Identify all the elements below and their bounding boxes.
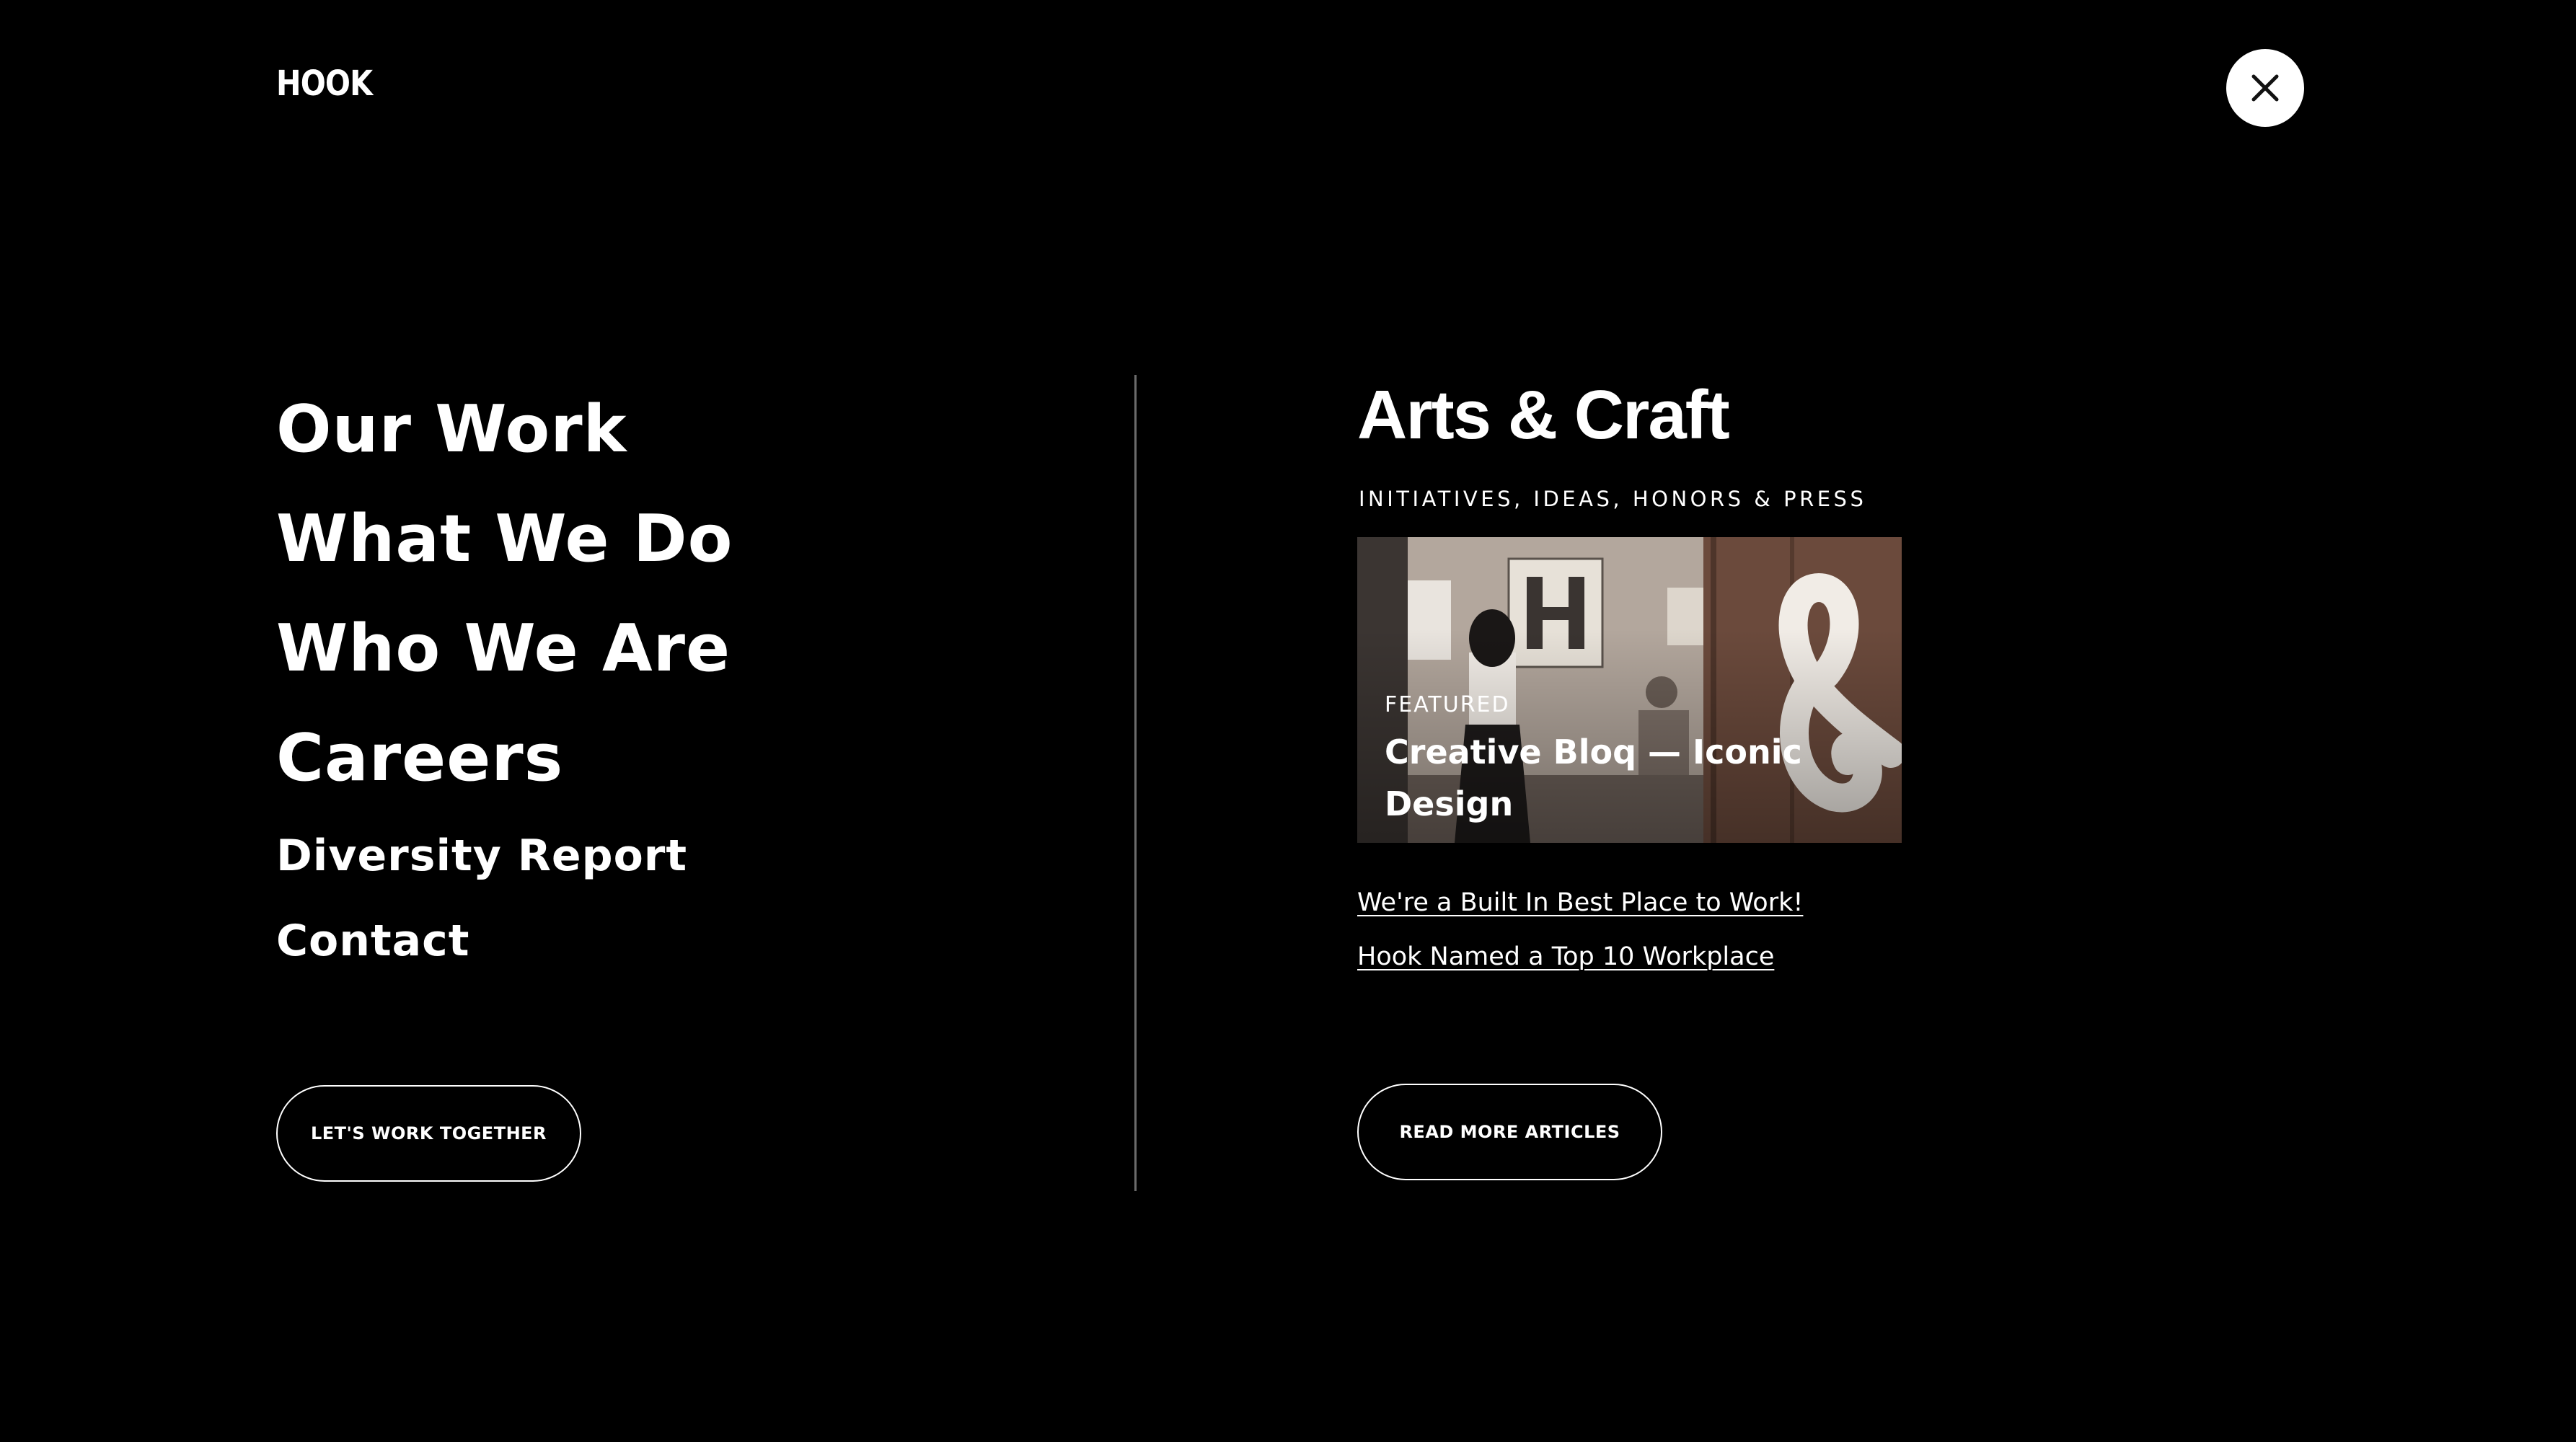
column-divider <box>1134 375 1137 1191</box>
nav-item-who-we-are[interactable]: Who We Are <box>276 594 733 704</box>
section-title: Arts & Craft <box>1357 376 1730 454</box>
logo[interactable]: HOOK <box>276 66 373 101</box>
close-menu-button[interactable] <box>2226 49 2304 127</box>
article-link-built-in[interactable]: We're a Built In Best Place to Work! <box>1357 876 1803 930</box>
main-navigation: Our Work What We Do Who We Are Careers D… <box>276 375 733 983</box>
section-subtitle: INITIATIVES, IDEAS, HONORS & PRESS <box>1359 487 1867 511</box>
read-more-articles-button[interactable]: READ MORE ARTICLES <box>1357 1084 1662 1180</box>
nav-item-what-we-do[interactable]: What We Do <box>276 485 733 594</box>
nav-item-contact[interactable]: Contact <box>276 898 733 983</box>
close-icon <box>2251 74 2279 102</box>
nav-item-our-work[interactable]: Our Work <box>276 375 733 485</box>
article-link-top-10-workplace[interactable]: Hook Named a Top 10 Workplace <box>1357 930 1803 984</box>
nav-item-diversity-report[interactable]: Diversity Report <box>276 813 733 898</box>
featured-article-card[interactable]: FEATURED Creative Bloq — Iconic Design <box>1357 537 1902 843</box>
featured-label: FEATURED <box>1385 692 1510 717</box>
nav-item-careers[interactable]: Careers <box>276 704 733 813</box>
article-links: We're a Built In Best Place to Work! Hoo… <box>1357 876 1803 984</box>
featured-article-title[interactable]: Creative Bloq — Iconic Design <box>1385 726 1817 830</box>
lets-work-together-button[interactable]: LET'S WORK TOGETHER <box>276 1085 581 1182</box>
